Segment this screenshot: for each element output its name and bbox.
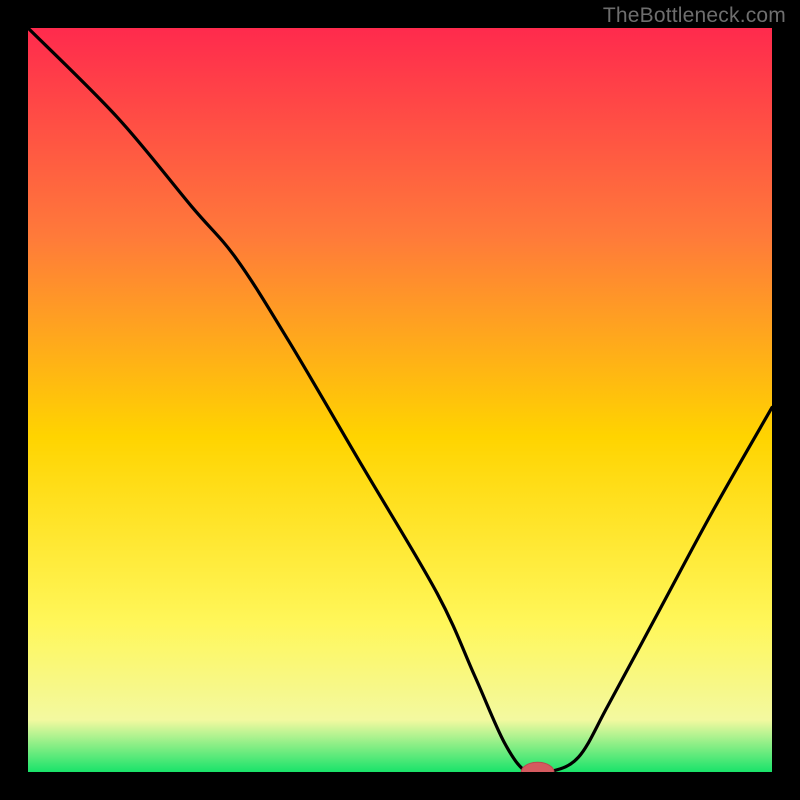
plot-area — [28, 28, 772, 772]
bottleneck-chart — [28, 28, 772, 772]
watermark-label: TheBottleneck.com — [603, 4, 786, 28]
chart-frame: TheBottleneck.com — [0, 0, 800, 800]
gradient-background — [28, 28, 772, 772]
